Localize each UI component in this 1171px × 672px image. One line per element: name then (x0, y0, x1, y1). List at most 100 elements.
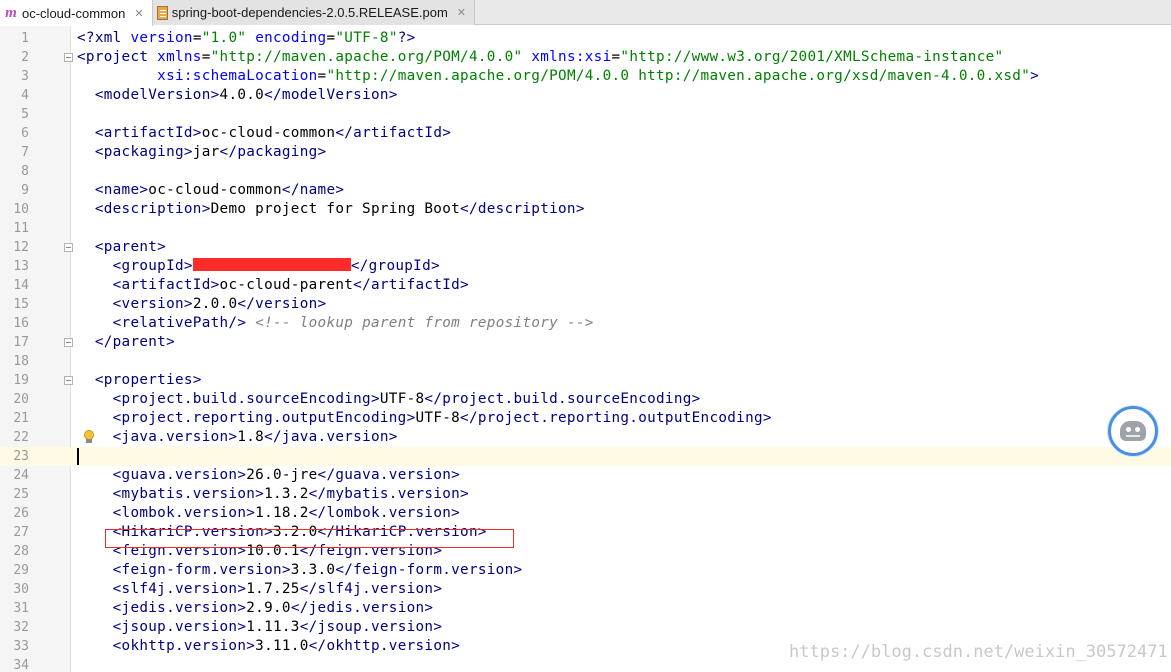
code-text: <project.build.sourceEncoding>UTF-8</pro… (112, 391, 701, 407)
code-text: <guava.version>26.0-jre</guava.version> (112, 467, 461, 483)
code-text: <groupId> </groupId> (112, 258, 440, 274)
code-text: <?xml version="1.0" encoding="UTF-8"?> (77, 30, 416, 46)
code-line-5[interactable]: 5 (0, 105, 1171, 124)
code-line-14[interactable]: 14 <artifactId>oc-cloud-parent</artifact… (0, 276, 1171, 295)
code-text: <feign-form.version>3.3.0</feign-form.ve… (112, 562, 523, 578)
code-line-6[interactable]: 6 <artifactId>oc-cloud-common</artifactI… (0, 124, 1171, 143)
code-text: <name>oc-cloud-common</name> (94, 182, 345, 198)
code-line-11[interactable]: 11 (0, 219, 1171, 238)
line-number: 8 (21, 164, 29, 179)
line-number: 9 (21, 183, 29, 198)
close-icon[interactable]: ✕ (134, 7, 143, 20)
line-number: 1 (21, 31, 29, 46)
watermark: https://blog.csdn.net/weixin_30572471 (789, 642, 1168, 662)
code-text: <description>Demo project for Spring Boo… (94, 201, 585, 217)
tab-label: oc-cloud-common (22, 5, 126, 21)
lombok-highlight-box (105, 529, 514, 548)
code-line-16[interactable]: 16 <relativePath/> <!-- lookup parent fr… (0, 314, 1171, 333)
fold-toggle-icon[interactable] (64, 243, 73, 252)
code-text: <modelVersion>4.0.0</modelVersion> (94, 87, 398, 103)
code-text: <jsoup.version>1.11.3</jsoup.version> (112, 619, 443, 635)
code-line-12[interactable]: 12 <parent> (0, 238, 1171, 257)
code-editor[interactable]: 1 <?xml version="1.0" encoding="UTF-8"?> 2… (0, 26, 1171, 672)
line-number: 15 (13, 297, 29, 312)
line-number: 25 (13, 487, 29, 502)
line-number: 22 (13, 430, 29, 445)
code-line-22[interactable]: 22 <java.version>1.8</java.version> (0, 428, 1171, 447)
code-text: <jedis.version>2.9.0</jedis.version> (112, 600, 434, 616)
line-number: 13 (13, 259, 29, 274)
line-number: 33 (13, 639, 29, 654)
tab-spring-boot-dependencies[interactable]: spring-boot-dependencies-2.0.5.RELEASE.p… (153, 0, 475, 25)
code-text: <version>2.0.0</version> (112, 296, 327, 312)
code-line-15[interactable]: 15 <version>2.0.0</version> (0, 295, 1171, 314)
editor-tab-bar: m oc-cloud-common ✕ spring-boot-dependen… (0, 0, 1171, 26)
line-number: 20 (13, 392, 29, 407)
line-number: 7 (21, 145, 29, 160)
line-number: 16 (13, 316, 29, 331)
code-line-20[interactable]: 20 <project.build.sourceEncoding>UTF-8</… (0, 390, 1171, 409)
assistant-avatar-icon[interactable] (1108, 406, 1158, 456)
code-text: </parent> (94, 334, 175, 350)
code-line-4[interactable]: 4 <modelVersion>4.0.0</modelVersion> (0, 86, 1171, 105)
code-text: <relativePath/> <!-- lookup parent from … (112, 315, 594, 331)
line-number: 26 (13, 506, 29, 521)
fold-toggle-icon[interactable] (64, 376, 73, 385)
pom-file-icon (157, 5, 168, 20)
code-line-17[interactable]: 17 </parent> (0, 333, 1171, 352)
code-line-9[interactable]: 9 <name>oc-cloud-common</name> (0, 181, 1171, 200)
code-text: <properties> (94, 372, 202, 388)
code-line-8[interactable]: 8 (0, 162, 1171, 181)
code-line-19[interactable]: 19 <properties> (0, 371, 1171, 390)
code-line-23[interactable]: 23 (0, 447, 1171, 466)
code-text: <artifactId>oc-cloud-common</artifactId> (94, 125, 452, 141)
line-number: 31 (13, 601, 29, 616)
code-line-25[interactable]: 25 <mybatis.version>1.3.2</mybatis.versi… (0, 485, 1171, 504)
maven-module-icon: m (5, 4, 17, 21)
code-line-29[interactable]: 29 <feign-form.version>3.3.0</feign-form… (0, 561, 1171, 580)
code-line-10[interactable]: 10 <description>Demo project for Spring … (0, 200, 1171, 219)
line-number: 12 (13, 240, 29, 255)
text-caret (77, 448, 79, 465)
line-number: 34 (13, 658, 29, 672)
code-text: <okhttp.version>3.11.0</okhttp.version> (112, 638, 461, 654)
code-text: <project xmlns="http://maven.apache.org/… (77, 49, 1004, 65)
code-text: <slf4j.version>1.7.25</slf4j.version> (112, 581, 443, 597)
code-text: <mybatis.version>1.3.2</mybatis.version> (112, 486, 469, 502)
code-line-32[interactable]: 32 <jsoup.version>1.11.3</jsoup.version> (0, 618, 1171, 637)
fold-toggle-icon[interactable] (64, 338, 73, 347)
code-line-1[interactable]: 1 <?xml version="1.0" encoding="UTF-8"?> (0, 29, 1171, 48)
code-text: <project.reporting.outputEncoding>UTF-8<… (112, 410, 772, 426)
line-number: 10 (13, 202, 29, 217)
code-line-26[interactable]: 26 <lombok.version>1.18.2</lombok.versio… (0, 504, 1171, 523)
line-number: 27 (13, 525, 29, 540)
line-number: 2 (21, 50, 29, 65)
tab-oc-cloud-common[interactable]: m oc-cloud-common ✕ (0, 0, 153, 26)
line-number: 30 (13, 582, 29, 597)
code-line-2[interactable]: 2 <project xmlns="http://maven.apache.org… (0, 48, 1171, 67)
line-number: 28 (13, 544, 29, 559)
code-line-13[interactable]: 13 <groupId> </groupId> (0, 257, 1171, 276)
close-icon[interactable]: ✕ (457, 6, 466, 19)
line-number: 5 (21, 107, 29, 122)
line-number: 29 (13, 563, 29, 578)
code-line-18[interactable]: 18 (0, 352, 1171, 371)
code-line-31[interactable]: 31 <jedis.version>2.9.0</jedis.version> (0, 599, 1171, 618)
line-number: 17 (13, 335, 29, 350)
code-text: <parent> (94, 239, 167, 255)
code-line-30[interactable]: 30 <slf4j.version>1.7.25</slf4j.version> (0, 580, 1171, 599)
code-line-24[interactable]: 24 <guava.version>26.0-jre</guava.versio… (0, 466, 1171, 485)
line-number: 19 (13, 373, 29, 388)
code-text: <java.version>1.8</java.version> (112, 429, 398, 445)
line-number: 11 (13, 221, 29, 236)
code-line-7[interactable]: 7 <packaging>jar</packaging> (0, 143, 1171, 162)
line-number: 4 (21, 88, 29, 103)
code-line-21[interactable]: 21 <project.reporting.outputEncoding>UTF… (0, 409, 1171, 428)
fold-toggle-icon[interactable] (64, 53, 73, 62)
line-number: 23 (13, 449, 29, 464)
line-number: 6 (21, 126, 29, 141)
code-text: <lombok.version>1.18.2</lombok.version> (112, 505, 461, 521)
line-number: 32 (13, 620, 29, 635)
code-line-3[interactable]: 3 xsi:schemaLocation="http://maven.apach… (0, 67, 1171, 86)
line-number: 18 (13, 354, 29, 369)
